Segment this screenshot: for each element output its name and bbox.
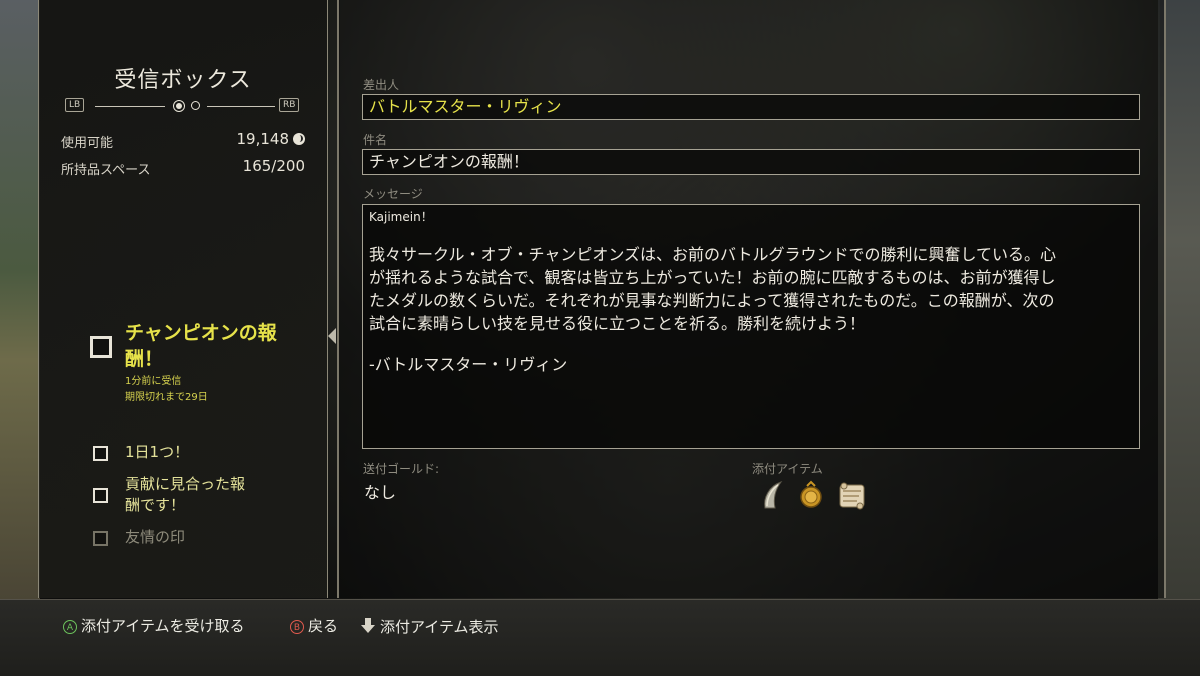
sender-label: 差出人 [363, 78, 400, 92]
b-button-icon: B [290, 620, 304, 634]
checkbox-icon[interactable] [93, 531, 108, 546]
message-line: 試合に素晴らしい技を見せる役に立つことを祈る。勝利を続けよう！ [369, 314, 866, 333]
checkbox-icon[interactable] [90, 336, 112, 358]
mail-title-line1: チャンピオンの報 [125, 322, 277, 344]
mail-item[interactable]: 貢献に見合った報 酬です！ [91, 474, 311, 520]
usable-label: 使用可能 [61, 136, 114, 151]
message-line [369, 225, 1133, 243]
background-left-scenery [0, 0, 40, 600]
subject-label: 件名 [363, 133, 388, 147]
take-attachments-hint[interactable]: A 添付アイテムを受け取る [63, 617, 245, 635]
coin-item-icon[interactable] [795, 480, 827, 512]
gold-value: なし [364, 483, 397, 502]
rb-button-icon[interactable]: RB [279, 98, 300, 112]
space-value: 165/200 [242, 157, 305, 175]
mail-title: 友情の印 [125, 528, 186, 546]
mail-item-disabled[interactable]: 友情の印 [91, 526, 311, 550]
message-line [369, 335, 1133, 353]
inbox-panel: 受信ボックス LB RB 使用可能 19,148 所持品スペース 165/200… [38, 0, 328, 598]
dpad-down-icon [360, 617, 376, 639]
checkbox-icon[interactable] [93, 488, 108, 503]
mail-item[interactable]: 1日1つ！ [91, 441, 311, 465]
message-label: メッセージ [363, 187, 423, 201]
mail-title-line2: 酬！ [125, 348, 164, 370]
inbox-title: 受信ボックス [114, 68, 252, 93]
mail-item-selected[interactable]: チャンピオンの報 酬！ 1分前に受信 期限切れまで29日 [87, 318, 317, 410]
checkbox-icon[interactable] [93, 446, 108, 461]
space-label: 所持品スペース [61, 163, 151, 178]
horn-item-icon[interactable] [757, 478, 789, 512]
message-line: 我々サークル・オブ・チャンピオンズは、お前のバトルグラウンドでの勝利に興奮してい… [369, 245, 1057, 264]
page-dot-active [173, 100, 185, 112]
message-line: が揺れるような試合で、観客は皆立ち上がっていた！お前の腕に匹敵するものは、お前が… [369, 268, 1056, 287]
take-attachments-label: 添付アイテムを受け取る [81, 617, 245, 635]
show-attachments-label: 添付アイテム表示 [380, 618, 499, 636]
selection-pointer-icon [328, 328, 336, 344]
sender-field: バトルマスター・リヴィン [362, 94, 1140, 120]
a-button-icon: A [63, 620, 77, 634]
usable-gold-row: 使用可能 19,148 [61, 130, 305, 151]
scroll-item-icon[interactable] [835, 478, 869, 512]
mail-title-line2: 酬です！ [125, 496, 186, 514]
message-line: たメダルの数くらいだ。それぞれが見事な判断力によって獲得されたものだ。この報酬が… [369, 291, 1055, 310]
message-body: Kajimein！ 我々サークル・オブ・チャンピオンズは、お前のバトルグラウンド… [362, 204, 1140, 449]
nav-line-left [95, 106, 165, 107]
show-attachments-hint[interactable]: 添付アイテム表示 [360, 617, 499, 639]
inventory-space-row: 所持品スペース 165/200 [61, 157, 305, 178]
nav-line-right [207, 106, 275, 107]
message-signature: -バトルマスター・リヴィン [369, 355, 568, 374]
usable-value: 19,148 [236, 130, 290, 148]
subject-field: チャンピオンの報酬！ [362, 149, 1140, 175]
mail-expiry: 期限切れまで29日 [125, 392, 208, 403]
message-greeting: Kajimein！ [369, 210, 433, 224]
lb-button-icon[interactable]: LB [65, 98, 85, 112]
gold-label: 送付ゴールド: [363, 462, 440, 476]
gold-coin-icon [293, 133, 305, 145]
mail-title: 貢献に見合った報 酬です！ [125, 474, 245, 516]
attachments-label: 添付アイテム [752, 462, 823, 476]
back-label: 戻る [308, 617, 339, 635]
mail-detail-panel: 差出人 バトルマスター・リヴィン 件名 チャンピオンの報酬！ メッセージ Kaj… [337, 0, 1166, 598]
back-hint[interactable]: B 戻る [290, 617, 338, 635]
controller-hint-bar: A 添付アイテムを受け取る B 戻る 添付アイテム表示 [0, 599, 1200, 676]
mail-received-time: 1分前に受信 [125, 376, 182, 387]
usable-value-wrap: 19,148 [236, 130, 305, 148]
mail-title: 1日1つ！ [125, 443, 190, 461]
page-dot-inactive [191, 101, 200, 110]
mail-title-line1: 貢献に見合った報 [125, 475, 246, 493]
inbox-tab-nav: LB RB [65, 96, 305, 116]
mail-title: チャンピオンの報 酬！ [125, 320, 315, 372]
